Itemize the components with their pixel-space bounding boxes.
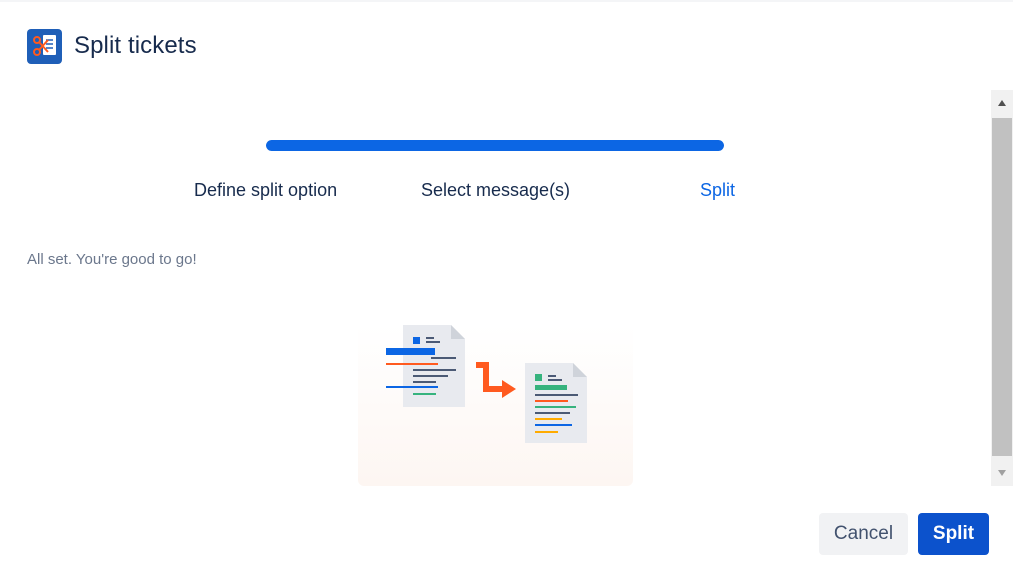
step-define-split-option: Define split option [194,180,338,200]
vertical-scrollbar[interactable] [991,90,1013,486]
top-border [0,0,1013,2]
scroll-down-arrow-icon[interactable] [991,460,1013,486]
progress-bar-fill [266,140,724,151]
split-arrow-icon [476,362,516,398]
status-message: All set. You're good to go! [27,251,197,268]
step-select-messages: Select message(s) [421,180,571,200]
new-document-icon [525,363,587,443]
dialog-title: Split tickets [74,32,197,59]
split-button[interactable]: Split [918,513,989,555]
cancel-button[interactable]: Cancel [819,513,908,555]
dialog-header: Split tickets [27,28,197,64]
scroll-up-arrow-icon[interactable] [991,90,1013,116]
step-split: Split [700,180,736,200]
source-document-icon [386,325,465,407]
split-document-illustration [358,325,633,486]
scrollbar-thumb[interactable] [992,118,1012,456]
dialog-content: Define split option Select message(s) Sp… [0,90,991,486]
progress-bar [266,140,724,151]
scissors-document-icon [27,28,62,64]
